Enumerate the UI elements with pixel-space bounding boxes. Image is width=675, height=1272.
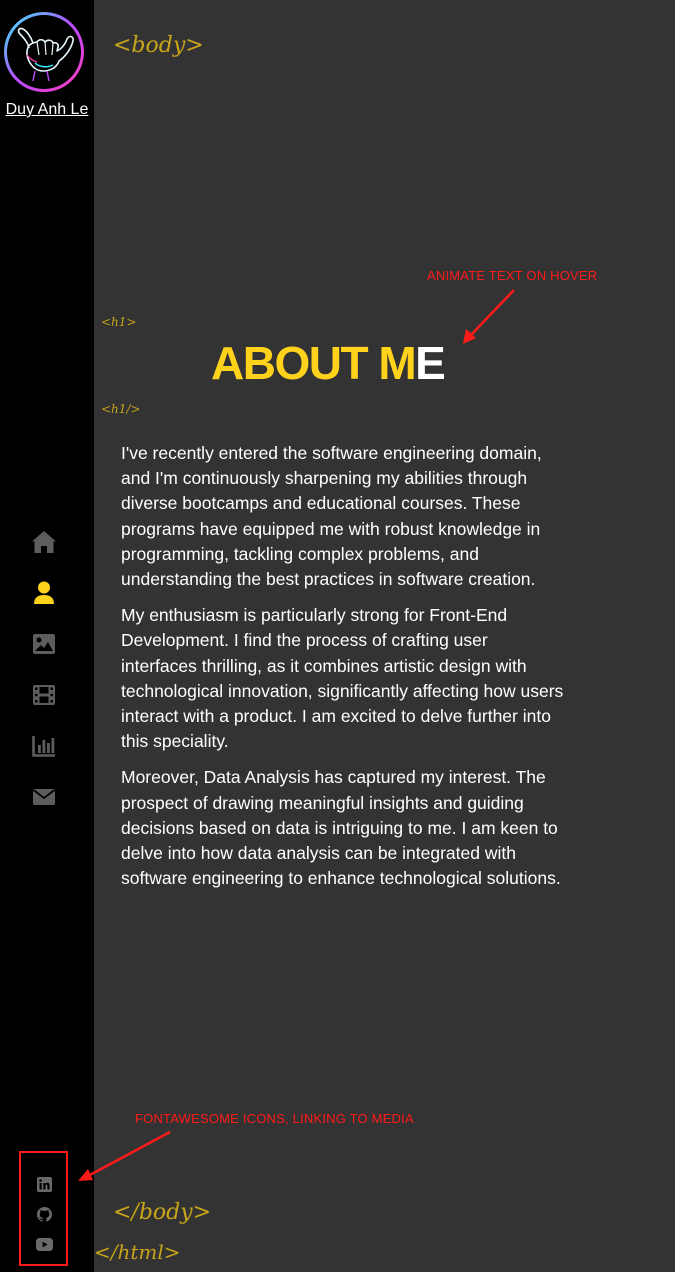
nav-about[interactable] <box>30 579 58 607</box>
logo[interactable] <box>4 12 84 92</box>
linkedin-link[interactable] <box>35 1175 53 1193</box>
about-paragraph: I've recently entered the software engin… <box>121 443 542 590</box>
h1-open-tag: <h1> <box>101 315 137 329</box>
film-icon <box>33 685 55 705</box>
annotation-fontawesome: FONTAWESOME ICONS, LINKING TO MEDIA <box>135 1111 414 1126</box>
annotation-animate: ANIMATE TEXT ON HOVER <box>427 268 598 283</box>
nav-projects[interactable] <box>30 681 58 709</box>
html-close-tag: </html> <box>94 1240 181 1264</box>
about-text: I've recently entered the software engin… <box>121 441 566 902</box>
envelope-icon <box>32 789 56 805</box>
home-icon <box>32 531 56 553</box>
chart-icon <box>32 736 55 757</box>
page-title-last-letter: E <box>415 337 446 389</box>
nav-home[interactable] <box>30 528 58 556</box>
youtube-icon <box>35 1237 53 1251</box>
sidebar: Duy Anh Le <box>0 0 94 1272</box>
youtube-link[interactable] <box>35 1235 53 1253</box>
about-paragraph: My enthusiasm is particularly strong for… <box>121 605 564 752</box>
social-links <box>19 1151 68 1266</box>
site-owner-name[interactable]: Duy Anh Le <box>0 101 94 119</box>
about-paragraph: Moreover, Data Analysis has captured my … <box>121 767 561 889</box>
linkedin-icon <box>36 1176 52 1192</box>
body-close-tag: </body> <box>113 1200 212 1225</box>
page-title[interactable]: ABOUT ME <box>211 337 446 389</box>
nav-skills[interactable] <box>30 732 58 760</box>
github-link[interactable] <box>35 1205 53 1223</box>
arrow-to-heading <box>463 289 515 344</box>
body-open-tag: <body> <box>113 33 204 58</box>
github-icon <box>36 1206 52 1222</box>
user-icon <box>34 581 54 604</box>
nav-contact[interactable] <box>30 783 58 811</box>
image-icon <box>33 634 55 654</box>
shaka-hand-icon <box>17 27 74 82</box>
nav-gallery[interactable] <box>30 630 58 658</box>
h1-close-tag: <h1/> <box>101 402 141 416</box>
page-title-main: ABOUT M <box>211 337 417 389</box>
